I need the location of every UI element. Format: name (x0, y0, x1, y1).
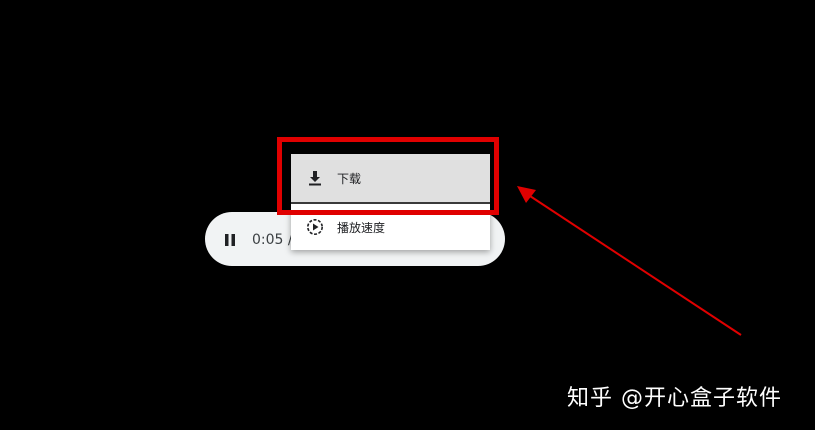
time-display: 0:05 / (252, 232, 293, 248)
context-menu: 下载 播放速度 (291, 154, 490, 250)
menu-item-playback-speed[interactable]: 播放速度 (291, 204, 490, 250)
menu-item-download[interactable]: 下载 (291, 154, 490, 202)
pause-icon (225, 234, 235, 246)
menu-item-playback-speed-label: 播放速度 (337, 220, 386, 235)
pause-button[interactable] (217, 227, 243, 253)
video-stage: 0:05 / 下载 播放速度 知乎 @开心盒子软件 (0, 0, 815, 430)
download-icon (305, 168, 325, 188)
menu-item-download-label: 下载 (337, 171, 362, 186)
playback-speed-icon (305, 217, 325, 237)
watermark-text: 知乎 @开心盒子软件 (567, 386, 782, 411)
